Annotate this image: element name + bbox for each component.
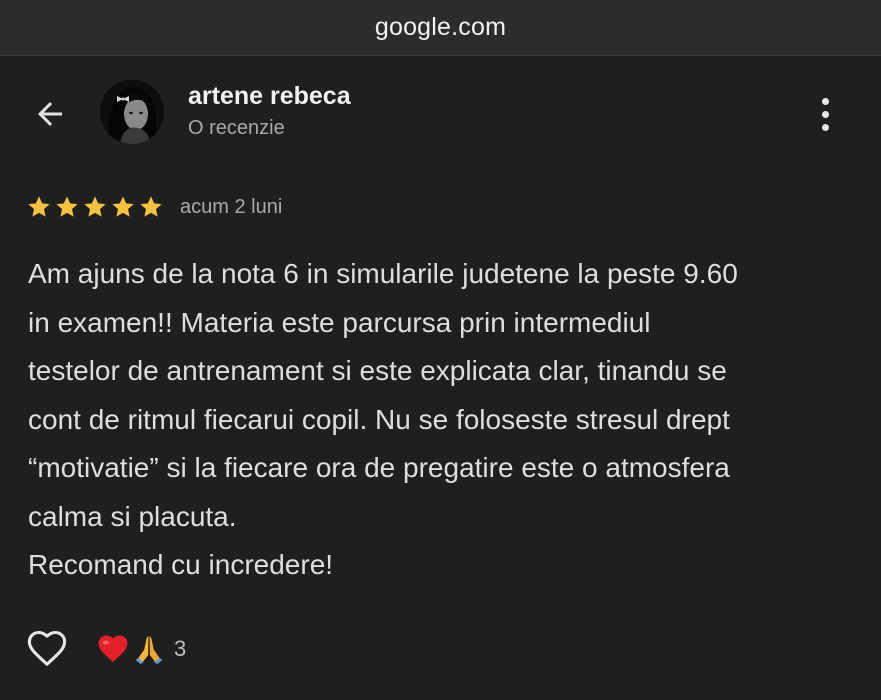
review-text: Am ajuns de la nota 6 in simularile jude… xyxy=(28,258,738,580)
like-button[interactable] xyxy=(24,626,70,672)
star-icon xyxy=(140,196,162,217)
more-vert-icon xyxy=(821,97,829,105)
star-rating xyxy=(26,194,164,220)
review-header: artene rebeca O recenzie xyxy=(0,56,881,166)
star-icon xyxy=(28,196,50,217)
reactions-summary[interactable]: 3 xyxy=(96,632,186,666)
folded-hands-emoji-icon xyxy=(135,636,163,665)
star-icon xyxy=(84,196,106,217)
review-actions: 3 xyxy=(24,624,186,674)
reviewer-name[interactable]: artene rebeca xyxy=(188,82,351,111)
avatar[interactable] xyxy=(100,80,164,144)
star-icon xyxy=(56,196,78,217)
reviewer-photo xyxy=(100,80,164,144)
url-text[interactable]: google.com xyxy=(375,13,506,42)
star-icon xyxy=(112,196,134,217)
review-count: O recenzie xyxy=(188,117,285,139)
back-button[interactable] xyxy=(28,92,72,136)
browser-url-bar[interactable]: google.com xyxy=(0,0,881,56)
more-options-button[interactable] xyxy=(808,92,842,136)
red-heart-emoji-icon xyxy=(98,635,128,663)
arrow-left-icon xyxy=(38,102,62,126)
heart-outline-icon xyxy=(27,630,67,666)
reaction-count: 3 xyxy=(174,636,187,661)
review-date: acum 2 luni xyxy=(180,195,283,218)
rating-row: acum 2 luni xyxy=(26,190,282,224)
